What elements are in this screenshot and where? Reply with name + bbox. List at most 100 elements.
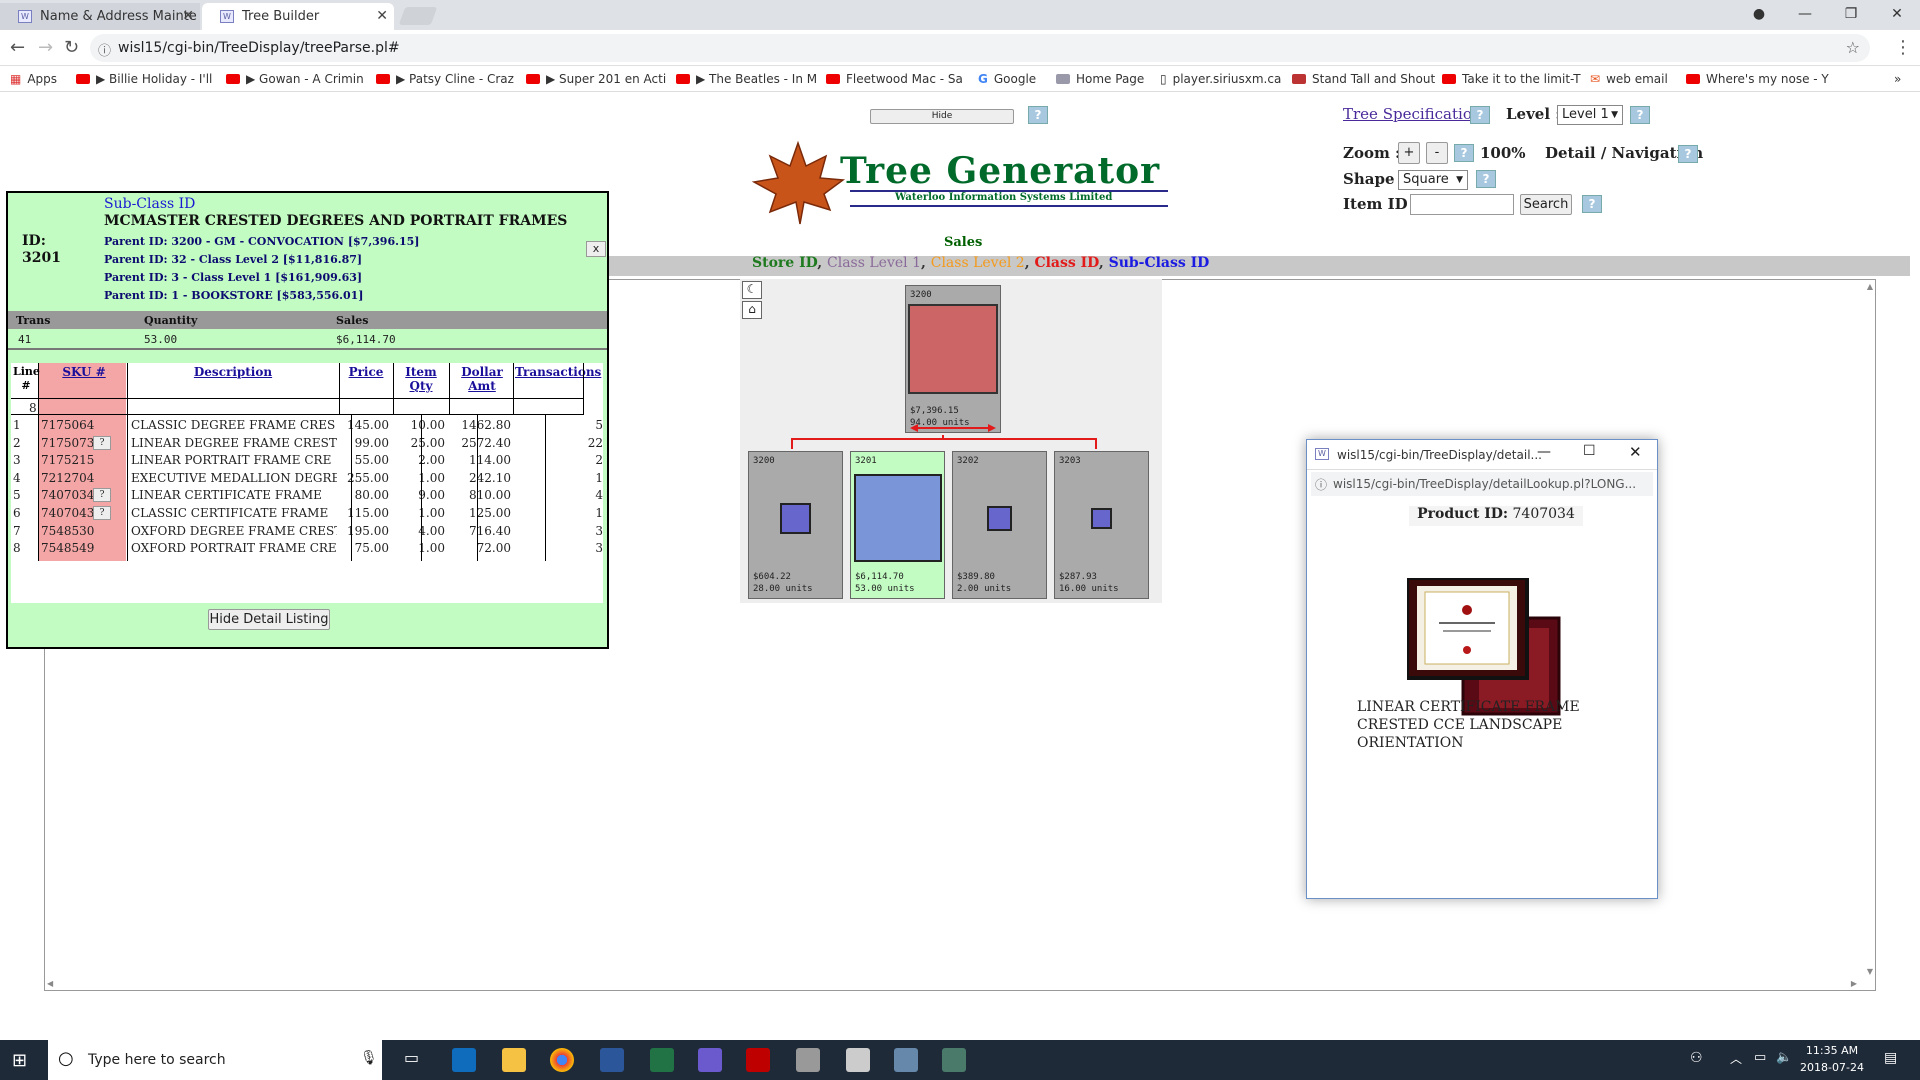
help-button[interactable]: ? bbox=[1028, 106, 1048, 124]
scroll-up-icon[interactable]: ▲ bbox=[1867, 282, 1873, 291]
back-icon[interactable]: ← bbox=[10, 38, 25, 58]
help-button[interactable]: ? bbox=[1630, 106, 1650, 124]
windows-start-icon[interactable]: ⊞ bbox=[12, 1050, 27, 1071]
network-icon[interactable]: ▭ bbox=[1754, 1050, 1766, 1065]
zoom-out-button[interactable]: - bbox=[1426, 142, 1448, 164]
popup-address-bar[interactable]: ⓘ wisl15/cgi-bin/TreeDisplay/detailLooku… bbox=[1311, 472, 1653, 496]
filezilla-icon[interactable] bbox=[746, 1048, 770, 1072]
help-button[interactable]: ? bbox=[1476, 170, 1496, 188]
sku-lookup-button[interactable]: ? bbox=[93, 435, 111, 450]
chevron-up-icon[interactable]: ︿ bbox=[1730, 1050, 1742, 1067]
level-select[interactable]: Level 1 ▼ bbox=[1557, 105, 1623, 125]
tab-tree-builder[interactable]: W Tree Builder ✕ bbox=[202, 3, 394, 30]
sku-lookup-button[interactable]: ? bbox=[93, 488, 111, 503]
close-popup-button[interactable]: ✕ bbox=[1629, 443, 1642, 461]
col-header-sku[interactable]: SKU # bbox=[41, 365, 127, 379]
hide-detail-listing-button[interactable]: Hide Detail Listing bbox=[208, 609, 330, 630]
close-tab-icon[interactable]: ✕ bbox=[376, 3, 388, 30]
bookmark-item[interactable]: Home Page bbox=[1056, 66, 1144, 92]
tab-name-address[interactable]: W Name & Address Mainte ✕ bbox=[0, 3, 200, 30]
omnibox[interactable]: ⓘ wisl15/cgi-bin/TreeDisplay/treeParse.p… bbox=[90, 34, 1870, 62]
close-window-button[interactable]: ✕ bbox=[1874, 0, 1920, 28]
scroll-right-icon[interactable]: ▶ bbox=[1851, 979, 1857, 988]
col-header-price[interactable]: Price bbox=[341, 365, 391, 379]
minimize-button[interactable]: — bbox=[1782, 0, 1828, 28]
shield-app-icon[interactable] bbox=[942, 1048, 966, 1072]
clock-time[interactable]: 11:35 AM bbox=[1802, 1044, 1862, 1057]
maximize-button[interactable]: ☐ bbox=[1583, 443, 1596, 459]
taskbar-search-box[interactable]: ○ Type here to search 🎙 bbox=[48, 1040, 382, 1080]
col-header-description[interactable]: Description bbox=[128, 365, 338, 379]
tree-node-child[interactable]: 3200 $604.22 28.00 units bbox=[748, 451, 843, 599]
minimize-button[interactable]: — bbox=[1537, 444, 1551, 460]
tree-node-child[interactable]: 3203 $287.93 16.00 units bbox=[1054, 451, 1149, 599]
app-icon[interactable] bbox=[894, 1048, 918, 1072]
tree-node-child[interactable]: 3202 $389.80 2.00 units bbox=[952, 451, 1047, 599]
more-bookmarks-icon[interactable]: » bbox=[1894, 66, 1901, 92]
tree-node-child[interactable]: 3201 $6,114.70 53.00 units bbox=[850, 451, 945, 599]
people-icon[interactable]: ⚇ bbox=[1690, 1050, 1703, 1066]
word-icon[interactable] bbox=[600, 1048, 624, 1072]
menu-icon[interactable]: ⋮ bbox=[1894, 38, 1912, 58]
bookmark-item[interactable]: ▶ Billie Holiday - I'll bbox=[76, 66, 212, 92]
file-explorer-icon[interactable] bbox=[502, 1048, 526, 1072]
cell-sku[interactable]: 7548530 bbox=[41, 524, 101, 538]
shape-select[interactable]: Square ▼ bbox=[1398, 170, 1468, 190]
window-app-icon[interactable] bbox=[796, 1048, 820, 1072]
expand-arrows-icon[interactable] bbox=[910, 424, 996, 432]
help-button[interactable]: ? bbox=[1582, 195, 1602, 213]
app-icon[interactable] bbox=[698, 1048, 722, 1072]
col-header-item-qty[interactable]: Item Qty bbox=[395, 365, 447, 393]
bookmark-item[interactable]: ▯ player.siriusxm.ca bbox=[1160, 66, 1281, 92]
info-icon[interactable]: ⓘ bbox=[98, 40, 111, 59]
cell-sku[interactable]: 7407043 bbox=[41, 506, 101, 520]
search-button[interactable]: Search bbox=[1520, 194, 1572, 215]
bookmark-item[interactable]: Where's my nose - Y bbox=[1686, 66, 1829, 92]
help-button[interactable]: ? bbox=[1470, 106, 1490, 124]
cell-sku[interactable]: 7548549 bbox=[41, 541, 101, 555]
moon-icon[interactable]: ☾ bbox=[742, 281, 762, 299]
col-header-dollar-amt[interactable]: Dollar Amt bbox=[451, 365, 513, 393]
bookmark-item[interactable]: Fleetwood Mac - Sa bbox=[826, 66, 963, 92]
col-header-transactions[interactable]: Transactions bbox=[515, 365, 601, 379]
bookmark-item[interactable]: ▶ Super 201 en Acti bbox=[526, 66, 666, 92]
bookmark-item[interactable]: ▶ The Beatles - In M bbox=[676, 66, 817, 92]
star-icon[interactable]: ☆ bbox=[1846, 38, 1860, 57]
reload-icon[interactable]: ↻ bbox=[64, 38, 79, 58]
notifications-icon[interactable]: ▤ bbox=[1884, 1050, 1897, 1066]
chrome-icon[interactable] bbox=[550, 1048, 574, 1072]
close-detail-button[interactable]: x bbox=[586, 241, 606, 257]
microphone-icon[interactable]: 🎙 bbox=[360, 1050, 378, 1066]
scroll-left-icon[interactable]: ◀ bbox=[47, 979, 53, 988]
sku-lookup-button[interactable]: ? bbox=[93, 506, 111, 520]
cell-sku[interactable]: 7175073 bbox=[41, 436, 101, 450]
bookmark-item[interactable]: Stand Tall and Shout bbox=[1292, 66, 1435, 92]
forward-icon[interactable]: → bbox=[38, 38, 53, 58]
excel-icon[interactable] bbox=[650, 1048, 674, 1072]
bookmark-apps[interactable]: ▦ Apps bbox=[10, 66, 57, 92]
task-view-icon[interactable]: ▭ bbox=[404, 1048, 428, 1072]
bookmark-item[interactable]: G Google bbox=[978, 66, 1036, 92]
bookmark-item[interactable]: Take it to the limit-T bbox=[1442, 66, 1581, 92]
hide-button[interactable]: Hide bbox=[870, 109, 1014, 124]
restore-button[interactable]: ❐ bbox=[1828, 0, 1874, 28]
clock-date[interactable]: 2018-07-24 bbox=[1798, 1061, 1866, 1074]
cell-sku[interactable]: 7175215 bbox=[41, 453, 101, 467]
tree-specifications-link[interactable]: Tree Specifications bbox=[1343, 105, 1489, 123]
cell-sku[interactable]: 7212704 bbox=[41, 471, 101, 485]
close-tab-icon[interactable]: ✕ bbox=[182, 3, 194, 30]
help-button[interactable]: ? bbox=[1678, 145, 1698, 163]
bookmark-item[interactable]: ▶ Patsy Cline - Craz bbox=[376, 66, 514, 92]
cell-sku[interactable]: 7407034 bbox=[41, 488, 101, 502]
calculator-icon[interactable] bbox=[846, 1048, 870, 1072]
home-icon[interactable]: ⌂ bbox=[742, 301, 762, 319]
profile-icon[interactable]: ● bbox=[1736, 0, 1782, 28]
volume-icon[interactable]: 🔈 bbox=[1776, 1050, 1792, 1065]
help-button[interactable]: ? bbox=[1454, 144, 1474, 162]
scroll-down-icon[interactable]: ▼ bbox=[1867, 967, 1873, 976]
tree-node-root[interactable]: 3200 $7,396.15 94.00 units bbox=[905, 285, 1001, 433]
bookmark-item[interactable]: ✉ web email bbox=[1590, 66, 1668, 92]
zoom-in-button[interactable]: + bbox=[1398, 142, 1420, 164]
item-id-input[interactable] bbox=[1410, 194, 1514, 215]
new-tab-button[interactable] bbox=[398, 7, 438, 25]
